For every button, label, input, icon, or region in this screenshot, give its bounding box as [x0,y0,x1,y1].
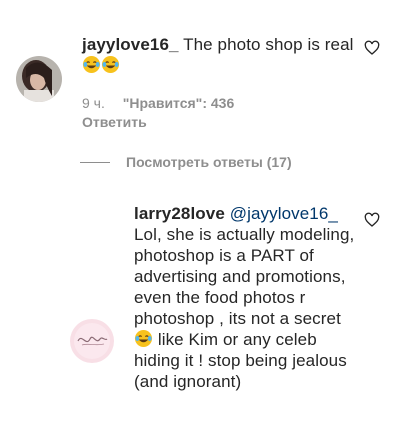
tears-of-joy-emoji [134,329,153,348]
reply-body-part1: Lol, she is actually modeling, photoshop… [134,225,355,328]
view-replies-button[interactable]: Посмотреть ответы (17) [80,152,292,172]
comment-text: jayylove16_ The photo shop is real [82,34,362,76]
reply-body-part2: like Kim or any celeb hiding it ! stop b… [134,330,347,391]
divider-line [80,161,110,163]
comment-meta: 9 ч. "Нравится": 436 [82,95,234,111]
heart-icon[interactable] [364,212,380,228]
comment-body: The photo shop is real [183,35,354,54]
tears-of-joy-emoji [82,55,101,74]
mention-link[interactable]: @jayylove16_ [230,204,338,223]
avatar[interactable] [70,319,114,363]
comment-username[interactable]: jayylove16_ [82,35,179,54]
view-replies-label: Посмотреть ответы (17) [126,154,292,170]
likes-count[interactable]: "Нравится": 436 [123,95,234,111]
heart-icon[interactable] [364,40,380,56]
reply-button[interactable]: Ответить [82,114,147,130]
reply-text: larry28love @jayylove16_ Lol, she is act… [134,203,359,392]
avatar-image [16,56,62,102]
tears-of-joy-emoji [101,55,120,74]
reply-username[interactable]: larry28love [134,204,225,223]
comment-time[interactable]: 9 ч. [82,95,105,111]
avatar[interactable] [16,56,62,102]
avatar-image [70,319,114,363]
